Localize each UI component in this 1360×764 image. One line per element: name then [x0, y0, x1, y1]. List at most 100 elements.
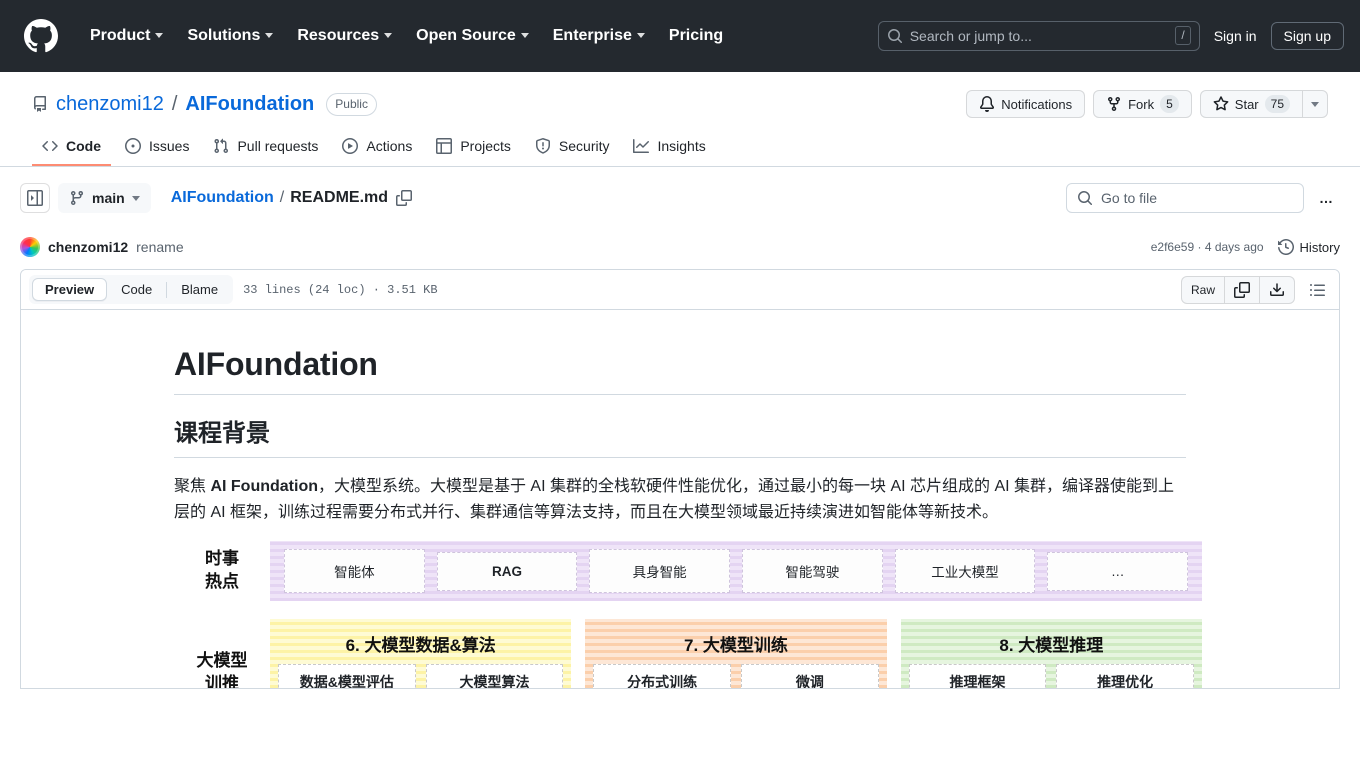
nav-item-label: Solutions — [187, 26, 261, 44]
tab-code[interactable]: Code — [32, 132, 111, 166]
commit-meta-separator: · — [1197, 240, 1202, 254]
copy-raw-icon[interactable] — [1224, 276, 1259, 303]
tab-pull-requests[interactable]: Pull requests — [203, 132, 328, 166]
more-options-button[interactable]: … — [1312, 184, 1340, 212]
global-header-right: Search or jump to... / Sign in Sign up — [877, 20, 1344, 51]
outline-list-icon[interactable] — [1303, 276, 1331, 304]
github-mark-icon[interactable] — [24, 18, 58, 53]
chevron-down-icon — [131, 195, 140, 201]
breadcrumb-current-file: README.md — [290, 189, 389, 206]
nav-item-enterprise[interactable]: Enterprise — [541, 19, 657, 53]
readme-inner: AIFoundation 课程背景 聚焦 AI Foundation，大模型系统… — [158, 344, 1202, 689]
fork-label: Fork — [1128, 96, 1155, 112]
chevron-down-icon — [384, 33, 393, 38]
global-nav: Product Solutions Resources Open Source … — [78, 19, 735, 53]
tab-label: Issues — [149, 138, 190, 154]
readme-diagram-image: 时事 热点 智能体 RAG 具身智能 智能驾驶 工业大模型 … 大模型 训推 6… — [174, 541, 1202, 689]
repo-name-link[interactable]: AIFoundation — [185, 93, 314, 116]
commit-author[interactable]: chenzomi12 — [48, 239, 128, 255]
play-icon — [342, 138, 359, 154]
tab-insights[interactable]: Insights — [623, 132, 715, 166]
section-heading-background: 课程背景 — [174, 419, 1186, 458]
nav-item-pricing[interactable]: Pricing — [657, 19, 735, 53]
view-blame-button[interactable]: Blame — [169, 279, 230, 300]
file-toolbar: Preview Code Blame 33 lines (24 loc) · 3… — [21, 270, 1339, 310]
panel-subboxes: 数据&模型评估 Prompt 工程，模 大模型算法 Scaling Law、 — [278, 664, 564, 689]
branch-selector[interactable]: main — [58, 183, 151, 213]
shield-icon — [535, 138, 551, 154]
paragraph-bold-term: AI Foundation — [210, 478, 318, 495]
nav-item-label: Product — [90, 26, 151, 44]
star-count: 75 — [1264, 95, 1290, 113]
file-breadcrumb: AIFoundation / README.md — [171, 189, 413, 207]
paragraph-rest: ，大模型系统。大模型是基于 AI 集群的全栈软硬件性能优化，通过最小的每一块 A… — [174, 478, 1175, 521]
repository-title-row: chenzomi12 / AIFoundation Public Notific… — [32, 88, 1328, 120]
chevron-down-icon — [1311, 101, 1319, 107]
nav-item-solutions[interactable]: Solutions — [175, 19, 285, 53]
commit-sha[interactable]: e2f6e59 — [1151, 240, 1194, 254]
tab-label: Security — [558, 138, 610, 154]
raw-button[interactable]: Raw — [1182, 277, 1224, 303]
repo-owner-link[interactable]: chenzomi12 — [56, 93, 164, 116]
repo-separator: / — [171, 92, 178, 115]
visibility-badge: Public — [326, 92, 377, 116]
commit-message[interactable]: rename — [136, 239, 183, 255]
sidebar-expand-icon[interactable] — [20, 183, 50, 213]
diagram-row-label-hotspots: 时事 热点 — [174, 541, 270, 601]
file-navigation-right: Go to file … — [1066, 183, 1340, 213]
notifications-button[interactable]: Notifications — [966, 90, 1086, 118]
panel-subbox: 分布式训练 TP/DP/PP/SP/EP 并行， — [593, 664, 731, 689]
nav-item-resources[interactable]: Resources — [285, 19, 404, 53]
readme-content: AIFoundation 课程背景 聚焦 AI Foundation，大模型系统… — [21, 310, 1339, 689]
star-label: Star — [1234, 96, 1259, 112]
diagram-panel-training: 7. 大模型训练 分布式训练 TP/DP/PP/SP/EP 并行， 微调 全参微… — [585, 619, 887, 689]
subbox-title: 大模型算法 — [459, 674, 530, 689]
panel-subbox: 数据&模型评估 Prompt 工程，模 — [278, 664, 416, 688]
breadcrumb-root-link[interactable]: AIFoundation — [171, 189, 274, 207]
diagram-panel-inference: 8. 大模型推理 推理框架 VLLM、推理框架的 推理优化 大模型推理加速 — [900, 619, 1202, 688]
repository-actions: Notifications Fork 5 Star 75 — [966, 90, 1328, 118]
search-input[interactable]: Search or jump to... / — [877, 20, 1200, 51]
git-pull-request-icon — [213, 138, 229, 154]
file-content-box: Preview Code Blame 33 lines (24 loc) · 3… — [20, 269, 1340, 689]
fork-button[interactable]: Fork 5 — [1093, 90, 1192, 118]
sign-in-link[interactable]: Sign in — [1214, 28, 1257, 44]
star-button[interactable]: Star 75 — [1199, 90, 1302, 118]
view-code-button[interactable]: Code — [109, 279, 164, 300]
chevron-down-icon — [520, 33, 529, 38]
tab-label: Projects — [460, 138, 511, 154]
toolbar-divider — [166, 281, 168, 298]
copy-path-icon[interactable] — [396, 190, 413, 206]
paragraph-lead: 聚焦 — [174, 478, 211, 495]
avatar[interactable] — [20, 237, 40, 257]
tab-projects[interactable]: Projects — [426, 132, 521, 166]
tab-label: Pull requests — [237, 138, 319, 154]
diagram-chip: 具身智能 — [589, 549, 731, 594]
nav-item-label: Resources — [297, 26, 380, 44]
repo-icon — [32, 96, 48, 112]
history-link[interactable]: History — [1277, 239, 1340, 255]
label-line-2: 热点 — [205, 572, 239, 592]
nav-item-open-source[interactable]: Open Source — [404, 19, 541, 53]
raw-actions-group: Raw — [1180, 275, 1295, 304]
download-raw-icon[interactable] — [1259, 276, 1294, 303]
tab-actions[interactable]: Actions — [332, 132, 422, 166]
page-title: AIFoundation — [174, 344, 1186, 395]
file-navigation: main AIFoundation / README.md Go to file… — [0, 167, 1360, 225]
tab-issues[interactable]: Issues — [115, 132, 199, 166]
panel-subboxes: 分布式训练 TP/DP/PP/SP/EP 并行， 微调 全参微调、底参微 — [593, 664, 879, 689]
code-icon — [42, 138, 58, 154]
file-toolbar-right: Raw — [1180, 275, 1331, 304]
intro-paragraph: 聚焦 AI Foundation，大模型系统。大模型是基于 AI 集群的全栈软硬… — [174, 474, 1186, 525]
sign-up-button[interactable]: Sign up — [1270, 21, 1344, 50]
tab-security[interactable]: Security — [525, 132, 620, 166]
view-preview-button[interactable]: Preview — [32, 278, 108, 301]
star-dropdown-button[interactable] — [1302, 90, 1328, 118]
history-clock-icon — [1277, 239, 1294, 255]
subbox-title: 分布式训练 — [627, 674, 698, 689]
go-to-file-input[interactable]: Go to file — [1066, 183, 1304, 213]
nav-item-product[interactable]: Product — [78, 19, 175, 53]
commit-sha-and-time: e2f6e59 · 4 days ago — [1151, 240, 1264, 254]
history-label: History — [1299, 239, 1340, 255]
commit-meta-group: e2f6e59 · 4 days ago History — [1151, 239, 1340, 255]
